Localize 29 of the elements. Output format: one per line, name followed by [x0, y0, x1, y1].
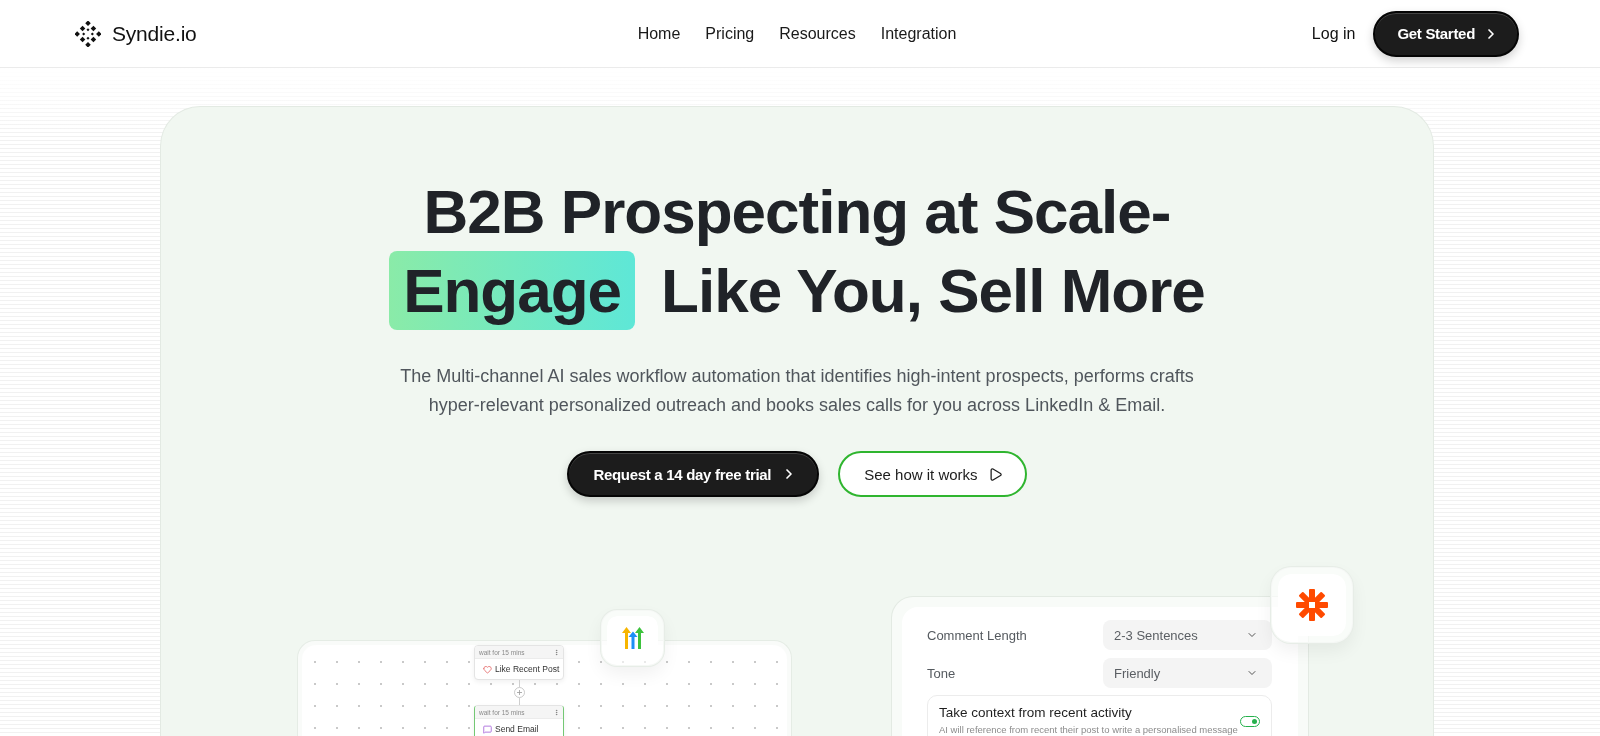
dropdown-select[interactable]: 2-3 Sentences: [1103, 620, 1272, 650]
nav-link[interactable]: Home: [637, 24, 681, 43]
nav-link[interactable]: Integration: [880, 24, 957, 43]
headline-text: B2B Prospecting at Scale-: [423, 176, 1171, 248]
hero-description: The Multi-channel AI sales workflow automation that identifies high-intent prospects, performs crafts hyper-relevant personalized outreach and books sales calls for you across LinkedIn & Email.: [399, 365, 1195, 417]
trial-button[interactable]: Request a 14 day free trial: [567, 451, 820, 497]
connector-line: [518, 680, 520, 687]
action-label: Like Recent Post: [495, 664, 560, 674]
login-link[interactable]: Log in: [1311, 24, 1356, 43]
field-label: Tone: [927, 665, 957, 681]
play-icon: [987, 466, 1003, 482]
connector-line: [518, 698, 520, 705]
nav-link[interactable]: Pricing: [705, 24, 755, 43]
how-it-works-button[interactable]: See how it works: [838, 451, 1027, 497]
action-label: Send Email: [495, 724, 539, 734]
headline-text: Like You, Sell More: [661, 254, 1205, 327]
get-started-button[interactable]: Get Started: [1373, 10, 1519, 57]
option-description: AI will reference from recent their post to write a personalised message: [939, 724, 1238, 735]
nav-link[interactable]: Resources: [779, 24, 856, 43]
highlighted-word: Engage: [389, 251, 636, 330]
heart-icon: [483, 664, 492, 674]
field-label: Comment Length: [927, 627, 1028, 643]
chat-bubble-icon: [483, 724, 492, 734]
add-step-icon[interactable]: [513, 687, 525, 698]
logo-icon: [75, 20, 101, 47]
brand-name: Syndie.io: [112, 21, 197, 46]
toggle-switch[interactable]: [1240, 716, 1260, 727]
dropdown-select[interactable]: Friendly: [1103, 658, 1272, 688]
option-title: Take context from recent activity: [939, 705, 1133, 720]
